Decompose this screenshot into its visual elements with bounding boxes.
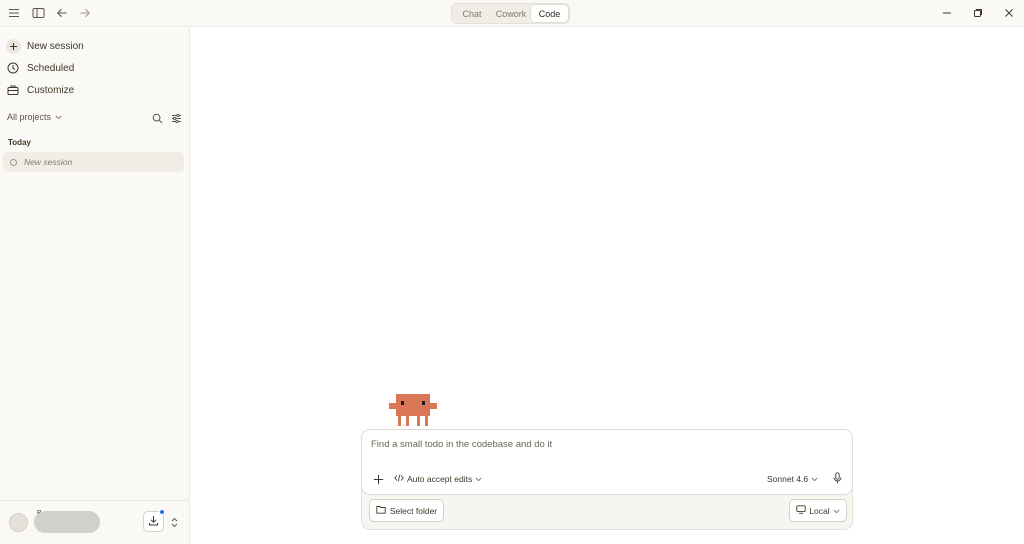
chevron-down-icon (833, 506, 840, 516)
new-session-button[interactable]: New session (5, 36, 183, 56)
customize-button[interactable]: Customize (5, 80, 183, 100)
tab-chat[interactable]: Chat (453, 5, 491, 22)
download-icon (148, 513, 159, 531)
model-select[interactable]: Sonnet 4.6 (767, 473, 818, 485)
prompt-composer[interactable]: Find a small todo in the codebase and do… (361, 429, 853, 495)
chevron-down-icon (811, 474, 818, 484)
mode-switch: Chat Cowork Code (451, 3, 570, 24)
auto-accept-select[interactable]: Auto accept edits (394, 473, 482, 485)
select-folder-button[interactable]: Select folder (369, 499, 444, 522)
search-icon[interactable] (151, 112, 163, 124)
tab-code[interactable]: Code (531, 5, 568, 22)
clock-icon (5, 60, 21, 76)
select-folder-label: Select folder (389, 505, 438, 516)
code-icon (394, 474, 404, 484)
avatar[interactable] (9, 513, 28, 532)
plus-icon (5, 38, 21, 54)
minimize-icon[interactable] (938, 4, 956, 22)
environment-label: Local (809, 505, 830, 516)
restore-icon[interactable] (969, 4, 987, 22)
session-item-label: New session (24, 157, 73, 167)
chevron-updown-icon[interactable] (169, 515, 179, 529)
scheduled-label: Scheduled (27, 62, 75, 74)
account-footer: B e (0, 500, 190, 544)
close-icon[interactable] (1000, 4, 1018, 22)
briefcase-icon (5, 82, 21, 98)
user-info-redacted[interactable] (34, 511, 100, 533)
sidebar-toggle-icon[interactable] (29, 4, 47, 22)
new-session-label: New session (27, 40, 84, 52)
folder-icon (376, 505, 386, 516)
chevron-down-icon (475, 474, 482, 484)
projects-filter-label: All projects (7, 112, 52, 122)
title-bar: Chat Cowork Code (0, 0, 1024, 27)
chevron-down-icon (55, 112, 62, 122)
notification-dot (159, 509, 165, 515)
filter-icon[interactable] (170, 112, 182, 124)
prompt-input[interactable]: Find a small todo in the codebase and do… (371, 439, 552, 450)
forward-arrow-icon[interactable] (76, 4, 94, 22)
projects-filter[interactable]: All projects (7, 112, 62, 122)
sidebar: New session Scheduled Customize All proj… (0, 28, 190, 544)
mascot-icon (389, 394, 437, 426)
group-label-today: Today (8, 138, 31, 147)
monitor-icon (796, 505, 806, 516)
customize-label: Customize (27, 84, 75, 96)
session-item[interactable]: New session (3, 152, 184, 172)
session-status-icon (10, 158, 17, 166)
back-arrow-icon[interactable] (53, 4, 71, 22)
model-label: Sonnet 4.6 (767, 474, 809, 484)
menu-icon[interactable] (5, 4, 23, 22)
tab-cowork[interactable]: Cowork (491, 5, 531, 22)
mic-icon[interactable] (831, 471, 843, 485)
scheduled-button[interactable]: Scheduled (5, 58, 183, 78)
environment-select[interactable]: Local (789, 499, 847, 522)
auto-accept-label: Auto accept edits (407, 474, 473, 484)
plus-icon[interactable] (371, 472, 385, 486)
